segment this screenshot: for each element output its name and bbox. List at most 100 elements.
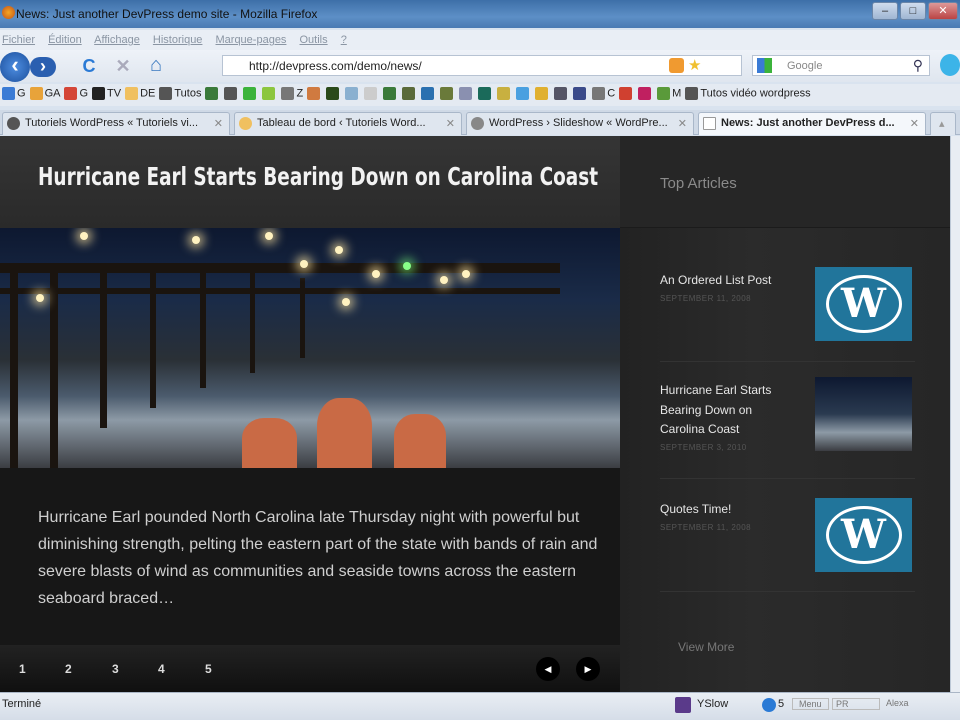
- bookmark-label: GA: [44, 87, 61, 100]
- page-1-button[interactable]: 1: [19, 662, 26, 676]
- bookmark-label: Tutos vidéo wordpress: [700, 87, 811, 100]
- bookmark-item[interactable]: [383, 87, 398, 100]
- bookmark-item[interactable]: TV: [92, 87, 121, 100]
- bookmark-icon: [345, 87, 359, 100]
- page-4-button[interactable]: 4: [158, 662, 165, 676]
- page-scrollbar[interactable]: [950, 136, 960, 692]
- search-box[interactable]: Google ⚲: [752, 55, 930, 76]
- bookmark-item[interactable]: [478, 87, 493, 100]
- bookmark-item[interactable]: [402, 87, 417, 100]
- alexa-indicator: Alexa: [886, 698, 909, 708]
- bookmark-item[interactable]: M: [657, 87, 681, 100]
- menu-button[interactable]: Menu: [792, 698, 829, 710]
- bookmark-item[interactable]: G: [64, 87, 88, 100]
- article-item[interactable]: An Ordered List Post SEPTEMBER 11, 2008 …: [660, 267, 940, 341]
- yslow-icon[interactable]: [675, 697, 691, 713]
- bookmark-item[interactable]: Tutos: [159, 87, 201, 100]
- bookmark-item[interactable]: DE: [125, 87, 155, 100]
- bookmark-item[interactable]: [243, 87, 258, 100]
- page-2-button[interactable]: 2: [65, 662, 72, 676]
- tab-close-icon[interactable]: ✕: [910, 117, 919, 130]
- slider-image[interactable]: [0, 228, 620, 468]
- bookmark-item[interactable]: [326, 87, 341, 100]
- maximize-button[interactable]: □: [900, 2, 926, 20]
- menu-outils[interactable]: Outils: [300, 34, 328, 46]
- menu-historique[interactable]: Historique: [153, 34, 203, 46]
- bookmark-item[interactable]: Tutos vidéo wordpress: [685, 87, 811, 100]
- article-thumbnail[interactable]: W: [815, 498, 912, 572]
- rss-icon[interactable]: [669, 58, 684, 73]
- bookmark-item[interactable]: [262, 87, 277, 100]
- tab-close-icon[interactable]: ✕: [678, 117, 687, 130]
- bookmark-icon: [440, 87, 454, 100]
- bookmark-icon: [281, 87, 295, 100]
- bookmark-item[interactable]: [535, 87, 550, 100]
- bookmark-item[interactable]: [554, 87, 569, 100]
- bookmark-item[interactable]: [421, 87, 436, 100]
- menu-marque-pages[interactable]: Marque-pages: [216, 34, 287, 46]
- bookmark-icon: [657, 87, 671, 100]
- forward-button[interactable]: ›: [30, 57, 56, 77]
- article-item[interactable]: Hurricane Earl Starts Bearing Down on Ca…: [660, 377, 940, 452]
- bookmark-item[interactable]: [224, 87, 239, 100]
- skype-icon[interactable]: [940, 54, 960, 76]
- close-button[interactable]: ✕: [928, 2, 958, 20]
- bookmark-icon: [243, 87, 257, 100]
- menu-affichage[interactable]: Affichage: [94, 34, 140, 46]
- article-thumbnail[interactable]: W: [815, 267, 912, 341]
- bookmark-item[interactable]: [364, 87, 379, 100]
- search-icon[interactable]: ⚲: [913, 57, 923, 74]
- tab-close-icon[interactable]: ✕: [214, 117, 223, 130]
- bookmark-item[interactable]: C: [592, 87, 615, 100]
- minimize-button[interactable]: –: [872, 2, 898, 20]
- yslow-label[interactable]: YSlow: [697, 698, 728, 710]
- bookmark-item[interactable]: [459, 87, 474, 100]
- divider: [660, 478, 915, 479]
- reload-button[interactable]: C: [78, 56, 100, 78]
- menu-edition[interactable]: Édition: [48, 34, 82, 46]
- bookmark-item[interactable]: GA: [29, 87, 61, 100]
- wordpress-icon: [471, 117, 484, 130]
- prev-slide-button[interactable]: ◀: [536, 657, 560, 681]
- bookmark-item[interactable]: [516, 87, 531, 100]
- bookmark-label: DE: [140, 87, 156, 100]
- back-button[interactable]: ‹: [0, 52, 30, 82]
- tab-label: WordPress › Slideshow « WordPre...: [489, 117, 668, 129]
- article-item[interactable]: Quotes Time! SEPTEMBER 11, 2008 W: [660, 498, 940, 572]
- bookmark-icon: [497, 87, 511, 100]
- bookmark-item[interactable]: [638, 87, 653, 100]
- menu-help[interactable]: ?: [341, 34, 347, 46]
- slider-title[interactable]: Hurricane Earl Starts Bearing Down on Ca…: [38, 162, 598, 191]
- view-more-button[interactable]: View More: [678, 640, 734, 654]
- bookmark-item[interactable]: [440, 87, 455, 100]
- star-icon[interactable]: ★: [688, 56, 701, 74]
- bookmark-icon: [224, 87, 238, 100]
- bookmark-item[interactable]: G: [2, 87, 26, 100]
- bookmark-item[interactable]: Z: [281, 87, 303, 100]
- bookmark-item[interactable]: [619, 87, 634, 100]
- next-slide-button[interactable]: ▶: [576, 657, 600, 681]
- article-title[interactable]: Quotes Time!: [660, 500, 785, 520]
- menu-fichier[interactable]: Fichier: [2, 34, 35, 46]
- bookmark-item[interactable]: [345, 87, 360, 100]
- tab-slideshow[interactable]: WordPress › Slideshow « WordPre... ✕: [466, 112, 694, 135]
- bookmark-icon: [478, 87, 492, 100]
- bookmark-item[interactable]: [307, 87, 322, 100]
- home-button[interactable]: ⌂: [144, 54, 168, 78]
- bookmark-item[interactable]: [573, 87, 588, 100]
- page-5-button[interactable]: 5: [205, 662, 212, 676]
- article-title[interactable]: An Ordered List Post: [660, 271, 785, 291]
- tab-news[interactable]: News: Just another DevPress d... ✕: [698, 112, 926, 135]
- menu-bar: Fichier Édition Affichage Historique Mar…: [0, 30, 960, 50]
- bookmark-item[interactable]: [205, 87, 220, 100]
- tab-close-icon[interactable]: ✕: [446, 117, 455, 130]
- tab-tableau-de-bord[interactable]: Tableau de bord ‹ Tutoriels Word... ✕: [234, 112, 462, 135]
- article-thumbnail[interactable]: [815, 377, 912, 451]
- tab-scroll-button[interactable]: ▴: [930, 112, 956, 135]
- article-title[interactable]: Hurricane Earl Starts Bearing Down on Ca…: [660, 381, 785, 440]
- url-bar[interactable]: http://devpress.com/demo/news/ ★: [222, 55, 742, 76]
- stop-button[interactable]: ✕: [112, 56, 134, 78]
- bookmark-item[interactable]: [497, 87, 512, 100]
- tab-tutoriels[interactable]: Tutoriels WordPress « Tutoriels vi... ✕: [2, 112, 230, 135]
- page-3-button[interactable]: 3: [112, 662, 119, 676]
